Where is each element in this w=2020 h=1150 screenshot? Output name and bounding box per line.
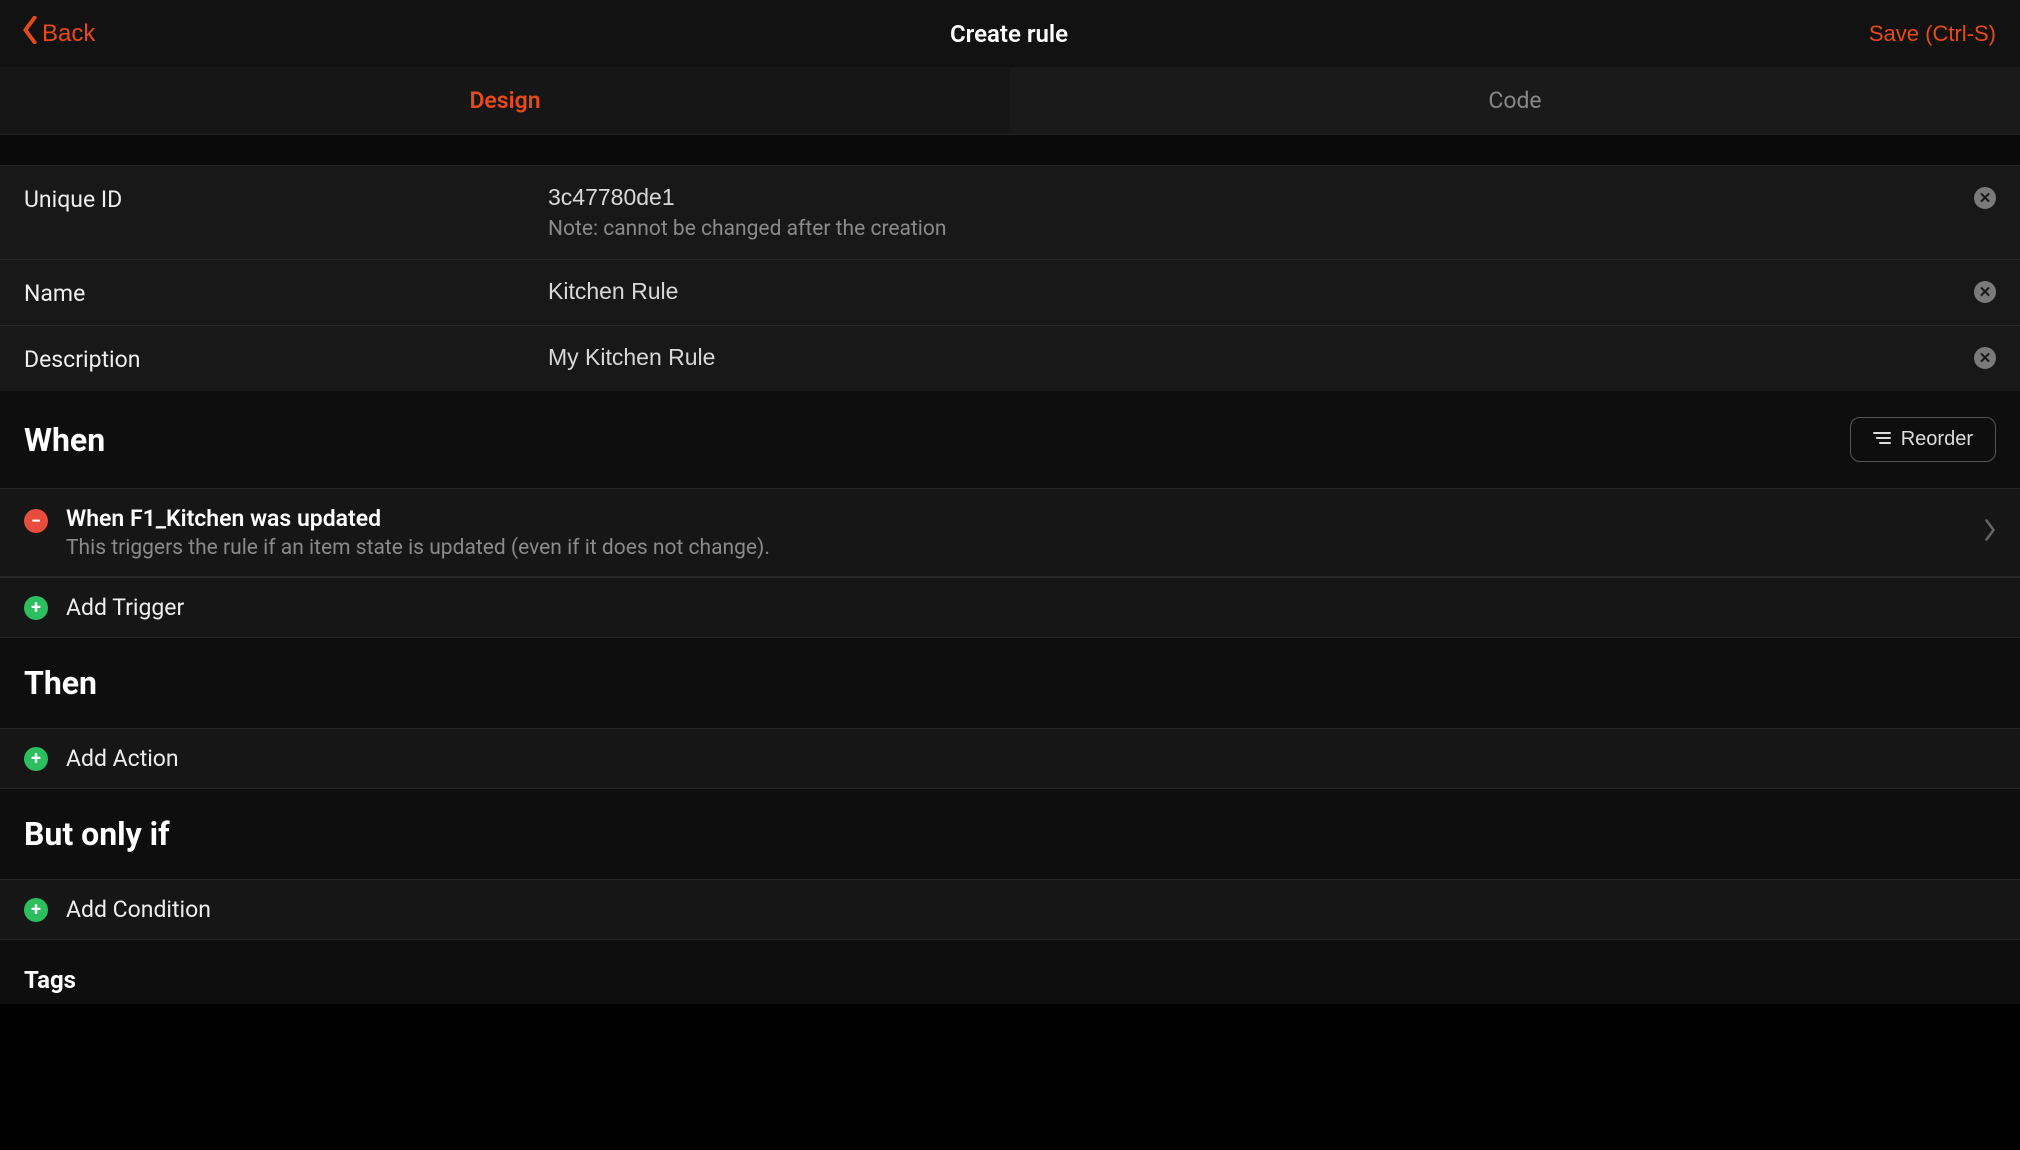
when-section-header: When Reorder: [0, 391, 2020, 488]
navbar-right: Save (Ctrl-S): [1338, 21, 1996, 47]
field-name: Name ✕: [0, 260, 2020, 326]
tags-title: Tags: [24, 966, 76, 994]
description-label: Description: [24, 344, 524, 373]
unique-id-input[interactable]: [548, 184, 1962, 211]
name-label: Name: [24, 278, 524, 307]
unique-id-note: Note: cannot be changed after the creati…: [548, 217, 1996, 241]
when-title: When: [24, 421, 105, 459]
add-action-label: Add Action: [66, 745, 179, 772]
reorder-button[interactable]: Reorder: [1850, 417, 1996, 462]
trigger-item[interactable]: − When F1_Kitchen was updated This trigg…: [0, 488, 2020, 577]
separator: [0, 134, 2020, 166]
add-action-row[interactable]: + Add Action: [0, 728, 2020, 789]
clear-icon[interactable]: ✕: [1974, 187, 1996, 209]
clear-icon[interactable]: ✕: [1974, 347, 1996, 369]
add-trigger-label: Add Trigger: [66, 594, 184, 621]
save-button[interactable]: Save (Ctrl-S): [1869, 21, 1996, 47]
trigger-body: When F1_Kitchen was updated This trigger…: [66, 505, 1966, 560]
field-description: Description ✕: [0, 326, 2020, 391]
back-button[interactable]: Back: [22, 16, 95, 51]
clear-icon[interactable]: ✕: [1974, 281, 1996, 303]
main-content: Unique ID ✕ Note: cannot be changed afte…: [0, 134, 2020, 1004]
unique-id-value-col: ✕ Note: cannot be changed after the crea…: [548, 184, 1996, 241]
add-trigger-row[interactable]: + Add Trigger: [0, 577, 2020, 638]
trigger-subtitle: This triggers the rule if an item state …: [66, 536, 1966, 560]
reorder-icon: [1873, 428, 1891, 451]
chevron-right-icon: [1984, 519, 1996, 547]
add-condition-label: Add Condition: [66, 896, 211, 923]
rule-form: Unique ID ✕ Note: cannot be changed afte…: [0, 166, 2020, 391]
then-section-header: Then: [0, 638, 2020, 728]
tab-bar: Design Code: [0, 67, 2020, 134]
navbar: Back Create rule Save (Ctrl-S): [0, 0, 2020, 67]
then-title: Then: [24, 664, 97, 702]
tab-design[interactable]: Design: [0, 67, 1010, 134]
tags-section-header: Tags: [0, 940, 2020, 1004]
field-unique-id: Unique ID ✕ Note: cannot be changed afte…: [0, 166, 2020, 260]
tab-code[interactable]: Code: [1010, 67, 2020, 134]
add-condition-row[interactable]: + Add Condition: [0, 879, 2020, 940]
reorder-label: Reorder: [1901, 428, 1973, 451]
back-label: Back: [42, 20, 95, 48]
plus-icon: +: [24, 898, 48, 922]
description-input[interactable]: [548, 344, 1962, 371]
name-input[interactable]: [548, 278, 1962, 305]
chevron-left-icon: [22, 16, 38, 51]
trigger-title: When F1_Kitchen was updated: [66, 505, 1966, 532]
navbar-left: Back: [22, 16, 680, 51]
plus-icon: +: [24, 596, 48, 620]
butonlyif-section-header: But only if: [0, 789, 2020, 879]
page-title: Create rule: [680, 20, 1338, 48]
plus-icon: +: [24, 747, 48, 771]
minus-icon[interactable]: −: [24, 509, 48, 533]
unique-id-label: Unique ID: [24, 184, 524, 213]
butonlyif-title: But only if: [24, 815, 170, 853]
